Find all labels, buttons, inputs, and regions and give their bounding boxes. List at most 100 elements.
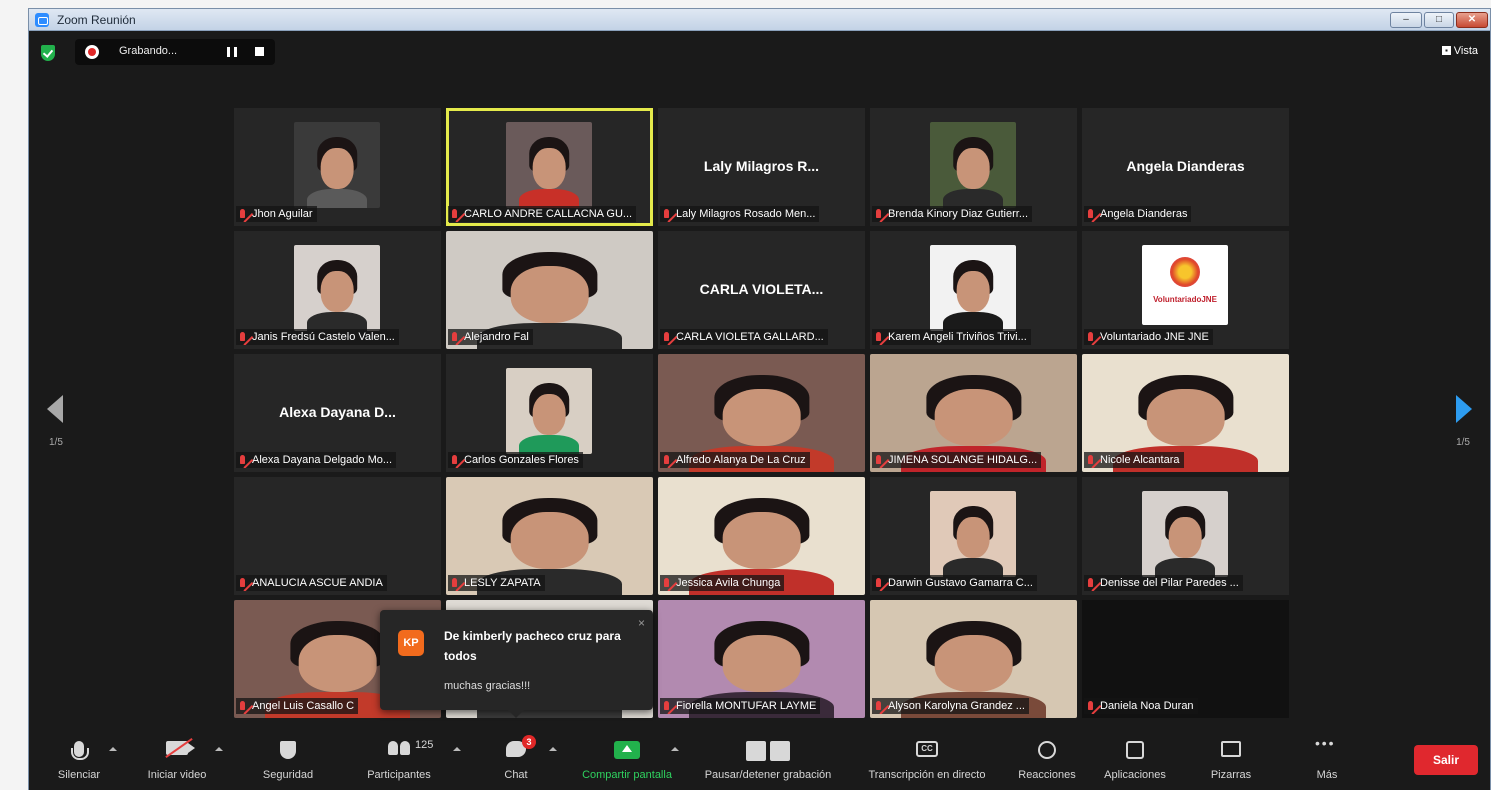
participant-tile[interactable]: Angela Dianderas Angela Dianderas bbox=[1082, 108, 1289, 226]
participant-display-name: CARLA VIOLETA... bbox=[699, 281, 824, 297]
participant-name-label: ANALUCIA ASCUE ANDIA bbox=[236, 575, 387, 591]
audio-options-chevron-icon[interactable] bbox=[109, 747, 117, 751]
person-face bbox=[1146, 389, 1225, 447]
participant-tile[interactable]: Jhon Aguilar bbox=[234, 108, 441, 226]
pause-stop-recording-button[interactable]: Pausar/detener grabación bbox=[693, 731, 843, 790]
close-popup-icon[interactable]: × bbox=[638, 616, 645, 630]
chat-chevron-icon[interactable] bbox=[549, 747, 557, 751]
record-icon bbox=[85, 45, 99, 59]
video-options-chevron-icon[interactable] bbox=[215, 747, 223, 751]
reactions-button[interactable]: Reacciones bbox=[1011, 731, 1083, 790]
participants-icon bbox=[388, 741, 410, 755]
apps-label: Aplicaciones bbox=[1104, 769, 1166, 781]
participant-name-label: Angela Dianderas bbox=[1084, 206, 1192, 222]
participant-name-label: Alexa Dayana Delgado Mo... bbox=[236, 452, 397, 468]
participant-tile[interactable]: VoluntariadoJNE Voluntariado JNE JNE bbox=[1082, 231, 1289, 349]
person-face bbox=[956, 147, 990, 190]
apps-button[interactable]: Aplicaciones bbox=[1095, 731, 1175, 790]
closed-caption-icon: CC bbox=[916, 741, 938, 757]
video-off-icon bbox=[166, 741, 195, 755]
person-face bbox=[1168, 516, 1202, 559]
participant-name-label: Alejandro Fal bbox=[448, 329, 533, 345]
person-face bbox=[510, 512, 589, 570]
encryption-shield-icon[interactable] bbox=[41, 45, 55, 61]
person-face bbox=[956, 270, 990, 313]
start-video-button[interactable]: Iniciar video bbox=[137, 731, 217, 790]
pause-stop-recording-icon bbox=[746, 741, 790, 761]
participant-tile[interactable]: Jessica Avila Chunga bbox=[658, 477, 865, 595]
participant-name-label: CARLA VIOLETA GALLARD... bbox=[660, 329, 828, 345]
logo-text: VoluntariadoJNE bbox=[1153, 295, 1217, 304]
participant-tile[interactable]: Carlos Gonzales Flores bbox=[446, 354, 653, 472]
more-button[interactable]: Más bbox=[1297, 731, 1357, 790]
participants-button[interactable]: 125 Participantes bbox=[359, 731, 439, 790]
participant-tile[interactable]: Janis Fredsú Castelo Valen... bbox=[234, 231, 441, 349]
participant-name-label: Alyson Karolyna Grandez ... bbox=[872, 698, 1029, 714]
leave-meeting-button[interactable]: Salir bbox=[1414, 745, 1478, 775]
security-label: Seguridad bbox=[262, 769, 314, 781]
more-dots-icon bbox=[1315, 735, 1339, 751]
start-video-label: Iniciar video bbox=[147, 769, 207, 781]
meeting-toolbar: Silenciar Iniciar video Seguridad 125 Pa… bbox=[29, 731, 1490, 790]
participant-tile[interactable]: Brenda Kinory Diaz Gutierr... bbox=[870, 108, 1077, 226]
participant-display-name: Angela Dianderas bbox=[1126, 158, 1245, 174]
participant-name-label: Darwin Gustavo Gamarra C... bbox=[872, 575, 1037, 591]
close-button[interactable]: ✕ bbox=[1456, 12, 1488, 28]
title-bar: Zoom Reunión – □ ✕ bbox=[29, 9, 1490, 31]
participant-name-label: Karem Angeli Triviños Trivi... bbox=[872, 329, 1031, 345]
person-face bbox=[298, 635, 377, 693]
share-screen-label: Compartir pantalla bbox=[582, 769, 672, 781]
share-chevron-icon[interactable] bbox=[671, 747, 679, 751]
previous-page-arrow-icon[interactable] bbox=[47, 395, 63, 423]
participant-tile[interactable]: Denisse del Pilar Paredes ... bbox=[1082, 477, 1289, 595]
participant-tile[interactable]: Alejandro Fal bbox=[446, 231, 653, 349]
live-transcription-button[interactable]: CC Transcripción en directo bbox=[857, 731, 997, 790]
participant-name-label: Carlos Gonzales Flores bbox=[448, 452, 583, 468]
whiteboards-label: Pizarras bbox=[1210, 769, 1252, 781]
participant-name-label: Fiorella MONTUFAR LAYME bbox=[660, 698, 821, 714]
participant-video bbox=[930, 491, 1016, 577]
security-button[interactable]: Seguridad bbox=[253, 731, 323, 790]
share-screen-button[interactable]: Compartir pantalla bbox=[573, 731, 681, 790]
participant-tile[interactable]: Daniela Noa Duran bbox=[1082, 600, 1289, 718]
grid-view-icon bbox=[1441, 46, 1451, 55]
person-face bbox=[320, 270, 354, 313]
minimize-button[interactable]: – bbox=[1390, 12, 1422, 28]
participants-chevron-icon[interactable] bbox=[453, 747, 461, 751]
chat-sender-line: De kimberly pacheco cruz para todos bbox=[444, 629, 621, 663]
participant-video bbox=[930, 245, 1016, 331]
participant-tile[interactable]: Alexa Dayana D... Alexa Dayana Delgado Mo… bbox=[234, 354, 441, 472]
participant-tile[interactable]: ANALUCIA ASCUE ANDIA bbox=[234, 477, 441, 595]
participant-tile[interactable]: CARLA VIOLETA... CARLA VIOLETA GALLARD... bbox=[658, 231, 865, 349]
participant-tile[interactable]: CARLO ANDRE CALLACNA GU... bbox=[446, 108, 653, 226]
participant-tile[interactable]: Laly Milagros R... Laly Milagros Rosado M… bbox=[658, 108, 865, 226]
participant-tile[interactable]: LESLY ZAPATA bbox=[446, 477, 653, 595]
participant-name-label: Laly Milagros Rosado Men... bbox=[660, 206, 820, 222]
maximize-button[interactable]: □ bbox=[1424, 12, 1454, 28]
chat-notification-popup[interactable]: KP De kimberly pacheco cruz para todos m… bbox=[380, 610, 653, 718]
stop-recording-icon[interactable] bbox=[255, 47, 264, 56]
pause-recording-icon[interactable] bbox=[227, 47, 237, 57]
participant-tile[interactable]: Karem Angeli Triviños Trivi... bbox=[870, 231, 1077, 349]
person-face bbox=[722, 389, 801, 447]
participant-video bbox=[294, 245, 380, 331]
participant-tile[interactable]: Nicole Alcantara bbox=[1082, 354, 1289, 472]
window-title: Zoom Reunión bbox=[57, 13, 136, 27]
view-button[interactable]: Vista bbox=[1441, 45, 1478, 57]
person-face bbox=[722, 635, 801, 693]
participant-name-label: Voluntariado JNE JNE bbox=[1084, 329, 1213, 345]
participant-tile[interactable]: Alyson Karolyna Grandez ... bbox=[870, 600, 1077, 718]
participant-tile[interactable]: Fiorella MONTUFAR LAYME bbox=[658, 600, 865, 718]
next-page-arrow-icon[interactable] bbox=[1456, 395, 1472, 423]
pause-recording-label: Pausar/detener grabación bbox=[704, 769, 832, 781]
chat-label: Chat bbox=[504, 769, 528, 781]
meeting-top-bar: Grabando... Vista bbox=[29, 31, 1490, 75]
participant-tile[interactable]: Darwin Gustavo Gamarra C... bbox=[870, 477, 1077, 595]
participants-count: 125 bbox=[415, 739, 434, 751]
participant-tile[interactable]: JIMENA SOLANGE HIDALG... bbox=[870, 354, 1077, 472]
chat-button[interactable]: 3 Chat bbox=[491, 731, 541, 790]
participant-tile[interactable]: Alfredo Alanya De La Cruz bbox=[658, 354, 865, 472]
whiteboards-button[interactable]: Pizarras bbox=[1199, 731, 1263, 790]
mute-button[interactable]: Silenciar bbox=[49, 731, 109, 790]
participant-name-label: LESLY ZAPATA bbox=[448, 575, 545, 591]
